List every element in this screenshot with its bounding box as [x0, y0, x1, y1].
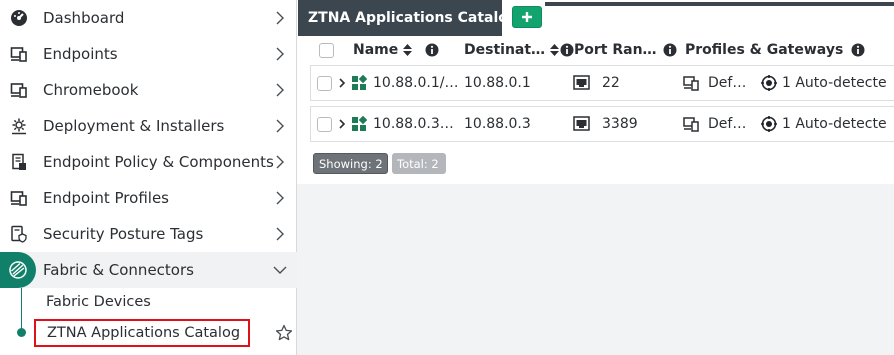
column-header-label: Port Ran… [574, 42, 657, 58]
tab-bar-rule [545, 2, 894, 6]
policy-document-icon [8, 151, 30, 173]
endpoints-devices-icon [8, 43, 30, 65]
info-icon[interactable] [560, 43, 574, 57]
sort-icon[interactable] [402, 43, 413, 57]
total-count-badge: Total: 2 [392, 153, 446, 174]
cell-gateway[interactable]: 1 Auto-detecte [782, 66, 894, 100]
sidebar-item-endpoint-policy[interactable]: Endpoint Policy & Components [0, 144, 297, 180]
cell-port-range: 22 [602, 75, 620, 91]
chromebook-icon [8, 79, 30, 101]
column-header-name[interactable]: Name [353, 36, 439, 64]
cell-port-range: 3389 [602, 116, 638, 132]
column-header-profiles-gateways[interactable]: Profiles & Gateways [685, 36, 865, 64]
sidebar-item-label: Chromebook [43, 81, 139, 99]
sidebar-item-chromebook[interactable]: Chromebook [0, 72, 297, 108]
tab-bar: ZTNA Applications Catalog [297, 0, 894, 36]
expand-chevron-icon[interactable] [338, 119, 346, 129]
deployment-gear-icon [8, 115, 30, 137]
application-grid-icon [352, 75, 367, 90]
cell-profile[interactable]: Def… [708, 66, 753, 100]
sidebar-item-deployment-installers[interactable]: Deployment & Installers [0, 108, 297, 144]
expand-chevron-icon[interactable] [338, 78, 346, 88]
chevron-down-icon [273, 266, 287, 274]
sidebar-item-label: Endpoint Profiles [43, 189, 169, 207]
row-checkbox[interactable] [317, 117, 332, 132]
posture-tag-icon [8, 223, 30, 245]
chevron-right-icon [276, 47, 284, 61]
application-grid-icon [352, 116, 367, 131]
sidebar-item-label: Dashboard [43, 9, 125, 27]
port-ethernet-icon [573, 75, 590, 90]
sidebar-item-label: Security Posture Tags [43, 225, 204, 243]
fabric-icon [0, 252, 36, 288]
chevron-right-icon [276, 227, 284, 241]
sidebar-item-security-posture-tags[interactable]: Security Posture Tags [0, 216, 297, 252]
star-icon[interactable] [275, 324, 293, 342]
plus-icon [522, 12, 532, 22]
select-all-checkbox[interactable] [319, 43, 334, 58]
main-content: ZTNA Applications Catalog Name Destinat…… [297, 0, 894, 355]
gateway-target-icon [761, 75, 777, 91]
cell-destination: 10.88.0.3 [464, 116, 531, 132]
cell-gateway[interactable]: 1 Auto-detecte [782, 107, 894, 141]
sidebar-subitem-ztna-applications-catalog[interactable]: ZTNA Applications Catalog [34, 319, 250, 347]
tree-active-dot [17, 328, 26, 337]
info-icon[interactable] [663, 43, 677, 57]
sidebar-item-label: Fabric & Connectors [43, 261, 194, 279]
sidebar: Dashboard Endpoints Chromebook Deploymen… [0, 0, 297, 355]
showing-count-badge: Showing: 2 [313, 153, 388, 174]
sidebar-subitem-fabric-devices[interactable]: Fabric Devices [30, 288, 151, 316]
port-ethernet-icon [573, 116, 590, 131]
column-header-destination[interactable]: Destinat… [464, 36, 574, 64]
cell-destination: 10.88.0.1 [464, 75, 531, 91]
tree-connector-line [21, 288, 22, 332]
chevron-right-icon [276, 191, 284, 205]
profile-devices-icon [683, 76, 699, 91]
sidebar-item-label: Endpoints [43, 45, 118, 63]
sidebar-item-label: Deployment & Installers [43, 117, 225, 135]
table-row[interactable]: 10.88.0.1/… 10.88.0.1 22 Def… 1 Auto-det… [310, 65, 894, 101]
sidebar-item-dashboard[interactable]: Dashboard [0, 0, 297, 36]
profiles-devices-icon [8, 187, 30, 209]
chevron-right-icon [276, 119, 284, 133]
gateway-target-icon [761, 116, 777, 132]
profile-devices-icon [683, 117, 699, 132]
cell-name[interactable]: 10.88.0.1/… [373, 66, 459, 100]
sort-icon[interactable] [549, 43, 560, 57]
info-icon[interactable] [425, 43, 439, 57]
info-icon[interactable] [851, 43, 865, 57]
column-header-label: Profiles & Gateways [685, 42, 844, 58]
table-row[interactable]: 10.88.0.3… 10.88.0.3 3389 Def… 1 Auto-de… [310, 106, 894, 142]
dashboard-gauge-icon [8, 7, 30, 29]
chevron-right-icon [276, 11, 284, 25]
chevron-right-icon [276, 83, 284, 97]
sidebar-item-endpoint-profiles[interactable]: Endpoint Profiles [0, 180, 297, 216]
column-header-label: Destinat… [464, 42, 546, 58]
cell-profile[interactable]: Def… [708, 107, 753, 141]
sidebar-item-fabric-connectors[interactable]: Fabric & Connectors [0, 252, 297, 288]
chevron-right-icon [276, 155, 284, 169]
add-tab-button[interactable] [512, 6, 542, 28]
sidebar-item-endpoints[interactable]: Endpoints [0, 36, 297, 72]
column-header-port-range[interactable]: Port Ran… [574, 36, 677, 64]
cell-name[interactable]: 10.88.0.3… [373, 107, 459, 141]
applications-table: Name Destinat… Port Ran… Profiles & Gate… [297, 36, 894, 184]
row-checkbox[interactable] [317, 76, 332, 91]
sidebar-item-label: Endpoint Policy & Components [43, 153, 274, 171]
tab-ztna-applications-catalog[interactable]: ZTNA Applications Catalog [298, 0, 518, 36]
column-header-label: Name [353, 42, 399, 58]
